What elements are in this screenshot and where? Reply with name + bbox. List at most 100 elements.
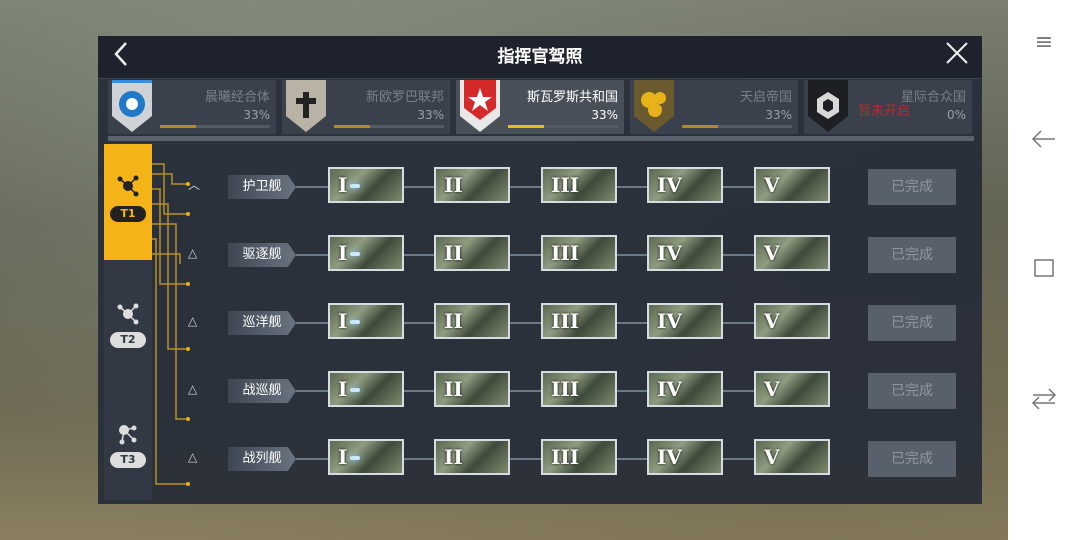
engine-glow [350,320,360,324]
recent-apps-icon[interactable] [1008,256,1080,286]
node-cluster-icon [117,303,139,325]
faction-tab-0[interactable]: 晨曦经合体 33% [108,80,276,134]
level-numeral: I [338,377,348,401]
commander-license-panel: 指挥官驾照 晨曦经合体 33% 新欧罗巴联邦 33% 斯瓦罗斯共和国 33% 天… [98,36,982,504]
level-numeral: IV [657,241,682,265]
level-card[interactable]: I [328,439,404,475]
engine-glow [350,252,360,256]
divider [108,136,974,141]
level-numeral: I [338,445,348,469]
ship-class-label: 战巡舰 [228,379,296,403]
faction-progress-bar [682,125,792,128]
node-cluster-icon [119,425,137,445]
level-card[interactable]: III [541,439,617,475]
level-card[interactable]: II [434,371,510,407]
faction-percent: 0% [946,108,966,122]
completed-button[interactable]: 已完成 [868,441,956,477]
level-card[interactable]: II [434,235,510,271]
faction-tab-3[interactable]: 天启帝国 33% [630,80,798,134]
tier-label: T2 [110,332,146,348]
level-card[interactable]: II [434,303,510,339]
level-card[interactable]: IV [647,303,723,339]
level-numeral: III [551,241,580,265]
level-numeral: V [764,241,780,265]
expand-arrow-icon[interactable]: △ [188,247,202,259]
circuit-decoration [152,163,190,486]
tier-label: T3 [110,452,146,468]
level-card[interactable]: I [328,303,404,339]
level-numeral: IV [657,309,682,333]
back-arrow-icon[interactable] [1008,126,1080,158]
level-card[interactable]: IV [647,167,723,203]
level-card[interactable]: V [754,371,830,407]
menu-icon[interactable]: ≡ [1008,30,1080,55]
completed-button[interactable]: 已完成 [868,305,956,341]
ship-row-0: ︿ 护卫舰 I II III IV V 已完成 [188,167,968,207]
level-card[interactable]: IV [647,235,723,271]
level-numeral: I [338,173,348,197]
faction-progress-fill [682,125,719,128]
level-numeral: II [444,173,463,197]
faction-progress-bar [508,125,618,128]
engine-glow [350,456,360,460]
title-bar: 指挥官驾照 [98,36,982,79]
faction-tab-2[interactable]: 斯瓦罗斯共和国 33% [456,80,624,134]
faction-tab-1[interactable]: 新欧罗巴联邦 33% [282,80,450,134]
level-card[interactable]: V [754,303,830,339]
locked-label: 暂未开启 [858,104,911,119]
level-card[interactable]: V [754,439,830,475]
level-card[interactable]: III [541,371,617,407]
level-card[interactable]: II [434,167,510,203]
tier-tab-t1[interactable]: T1 [104,144,152,260]
level-card[interactable]: V [754,235,830,271]
faction-progress-fill [160,125,197,128]
close-icon [946,42,968,64]
level-numeral: III [551,445,580,469]
level-numeral: V [764,377,780,401]
expand-arrow-icon[interactable]: △ [188,315,202,327]
completed-button[interactable]: 已完成 [868,237,956,273]
expand-arrow-icon[interactable]: △ [188,451,202,463]
expand-arrow-icon[interactable]: △ [188,383,202,395]
level-numeral: II [444,309,463,333]
completed-button[interactable]: 已完成 [868,373,956,409]
engine-glow [350,388,360,392]
completed-button[interactable]: 已完成 [868,169,956,205]
ship-row-3: △ 战巡舰 I II III IV V 已完成 [188,371,968,411]
level-numeral: III [551,173,580,197]
level-numeral: II [444,445,463,469]
level-numeral: I [338,309,348,333]
star-union-emblem-icon [808,80,848,132]
level-card[interactable]: I [328,371,404,407]
close-button[interactable] [940,40,974,74]
level-card[interactable]: IV [647,439,723,475]
level-numeral: V [764,445,780,469]
tier-tab-t3[interactable]: T3 [104,394,152,510]
level-card[interactable]: IV [647,371,723,407]
level-numeral: IV [657,445,682,469]
level-card[interactable]: I [328,167,404,203]
level-card[interactable]: II [434,439,510,475]
level-numeral: V [764,309,780,333]
ship-class-label: 巡洋舰 [228,311,296,335]
tier-tab-t2[interactable]: T2 [104,274,152,390]
faction-name: 晨曦经合体 [204,90,270,105]
expand-arrow-icon[interactable]: ︿ [188,179,202,191]
level-numeral: II [444,241,463,265]
level-card[interactable]: I [328,235,404,271]
level-card[interactable]: V [754,167,830,203]
level-card[interactable]: III [541,167,617,203]
faction-percent: 33% [243,108,270,122]
faction-progress-bar [334,125,444,128]
level-numeral: IV [657,173,682,197]
switch-icon[interactable] [1008,386,1080,418]
faction-name: 斯瓦罗斯共和国 [526,90,618,105]
faction-tab-4[interactable]: 星际合众国 0% 暂未开启 [804,80,972,134]
back-button[interactable] [106,40,136,74]
level-card[interactable]: III [541,303,617,339]
level-numeral: V [764,173,780,197]
ship-class-label: 护卫舰 [228,175,296,199]
ship-row-4: △ 战列舰 I II III IV V 已完成 [188,439,968,479]
dawn-emblem-icon [112,80,152,132]
level-card[interactable]: III [541,235,617,271]
